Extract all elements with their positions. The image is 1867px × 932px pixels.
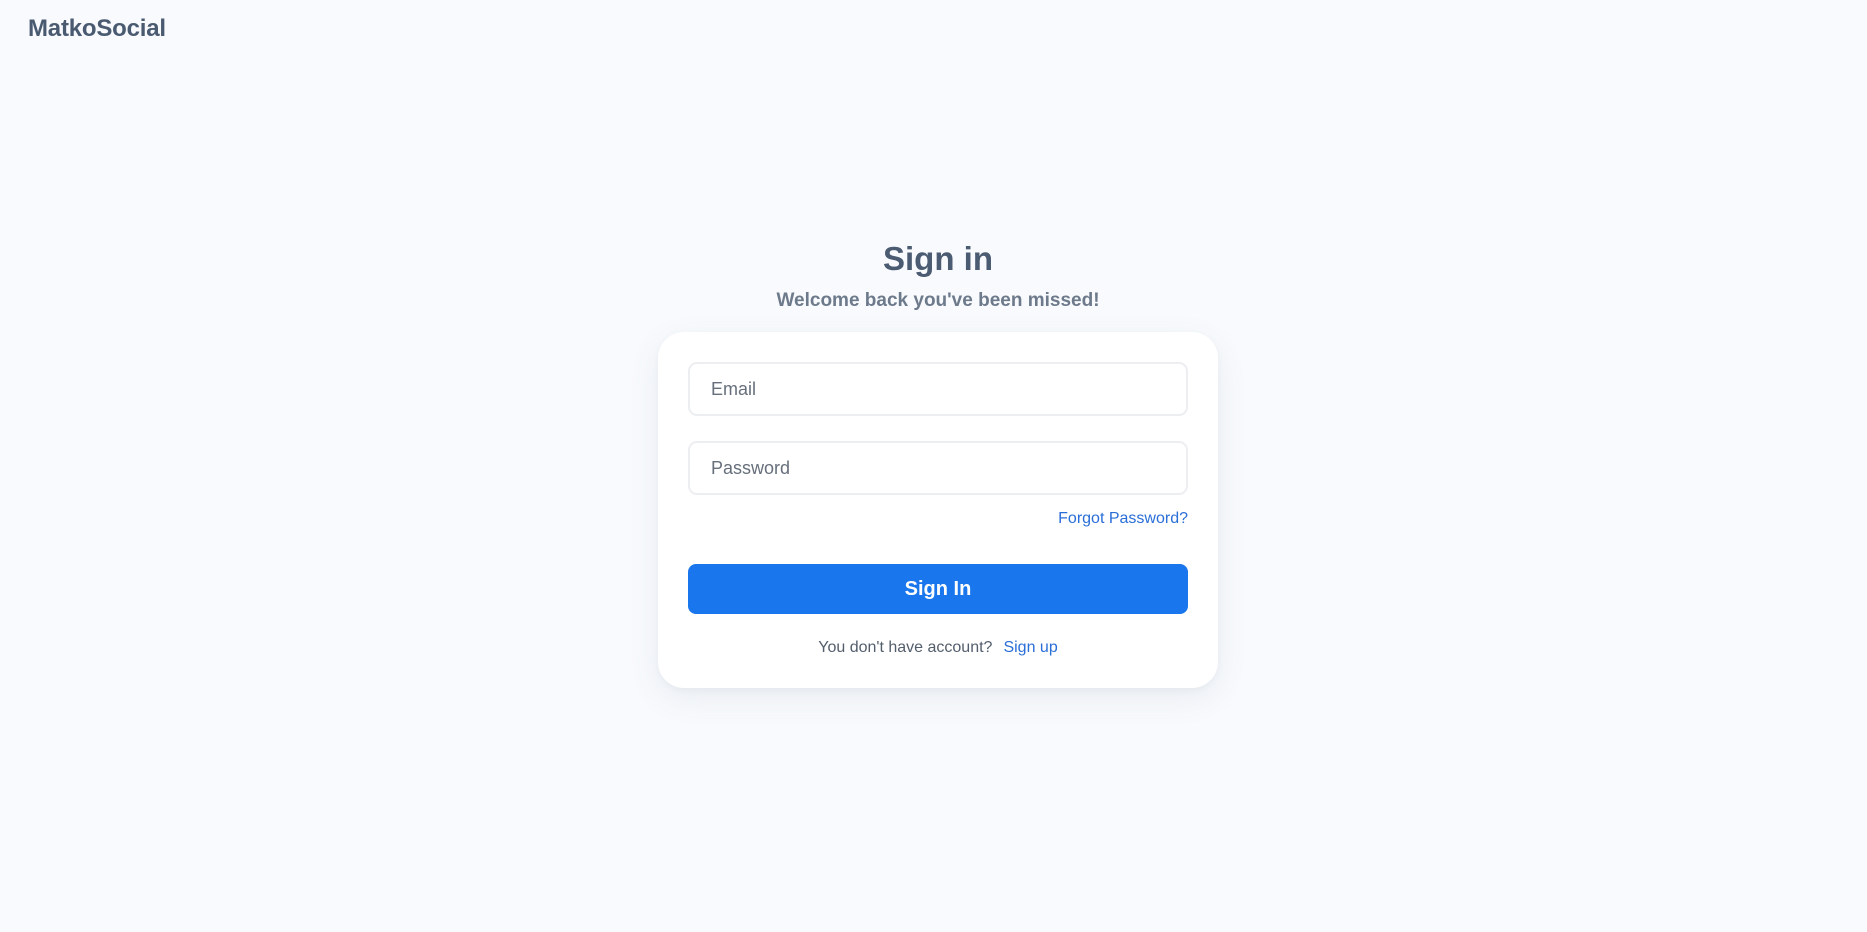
- brand-logo[interactable]: MatkoSocial: [28, 15, 166, 43]
- sign-in-button[interactable]: Sign In: [688, 564, 1188, 614]
- signup-prompt: You don't have account? Sign up: [658, 639, 1218, 657]
- no-account-text: You don't have account?: [818, 639, 993, 656]
- signin-card: Forgot Password? Sign In You don't have …: [658, 332, 1218, 688]
- password-field[interactable]: [688, 441, 1188, 495]
- email-field[interactable]: [688, 362, 1188, 416]
- forgot-password-link[interactable]: Forgot Password?: [1058, 510, 1188, 528]
- sign-up-link[interactable]: Sign up: [1003, 639, 1057, 656]
- page-title: Sign in: [883, 240, 993, 277]
- page-subtitle: Welcome back you've been missed!: [776, 290, 1100, 311]
